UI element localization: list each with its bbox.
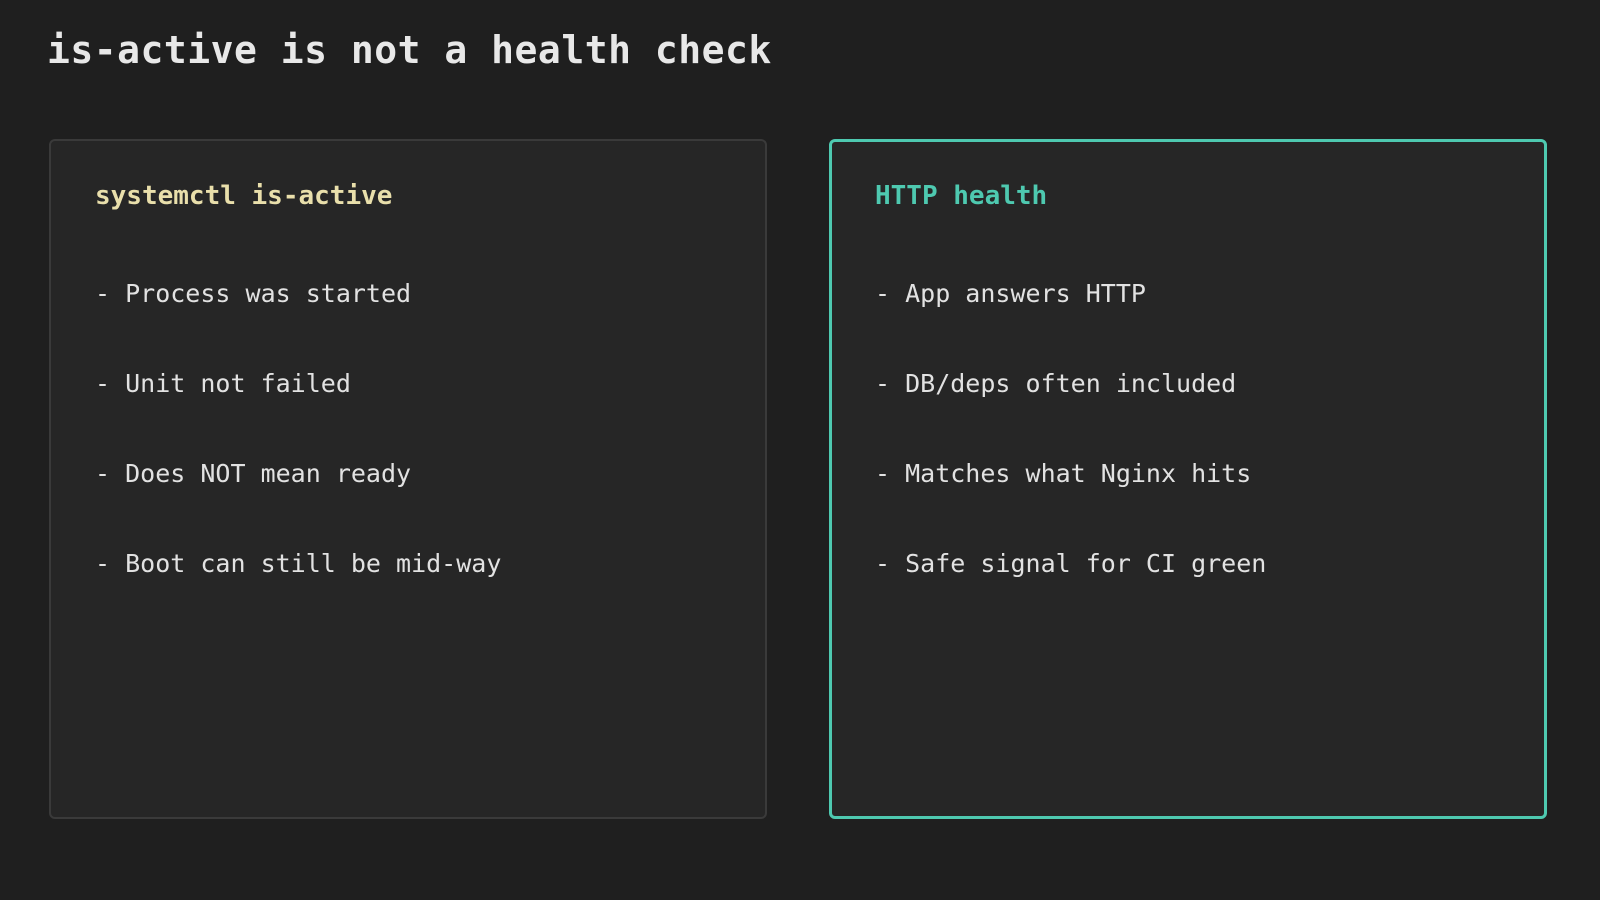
list-item: - Matches what Nginx hits <box>875 459 1252 488</box>
list-item: - Safe signal for CI green <box>875 549 1267 578</box>
list-item: - App answers HTTP <box>875 279 1146 308</box>
list-item: - Process was started <box>95 279 412 308</box>
list-item: - Boot can still be mid-way <box>95 549 502 578</box>
http-health-card: HTTP health - App answers HTTP - DB/deps… <box>829 139 1547 819</box>
slide: is-active is not a health check systemct… <box>0 0 1600 900</box>
http-health-card-list: - App answers HTTP - DB/deps often inclu… <box>875 279 1266 639</box>
systemctl-card: systemctl is-active - Process was starte… <box>49 139 767 819</box>
list-item: - DB/deps often included <box>875 369 1237 398</box>
systemctl-card-heading: systemctl is-active <box>95 181 393 211</box>
list-item: - Unit not failed <box>95 369 351 398</box>
page-title: is-active is not a health check <box>47 28 772 72</box>
list-item: - Does NOT mean ready <box>95 459 412 488</box>
http-health-card-heading: HTTP health <box>875 181 1048 211</box>
systemctl-card-list: - Process was started - Unit not failed … <box>95 279 501 639</box>
